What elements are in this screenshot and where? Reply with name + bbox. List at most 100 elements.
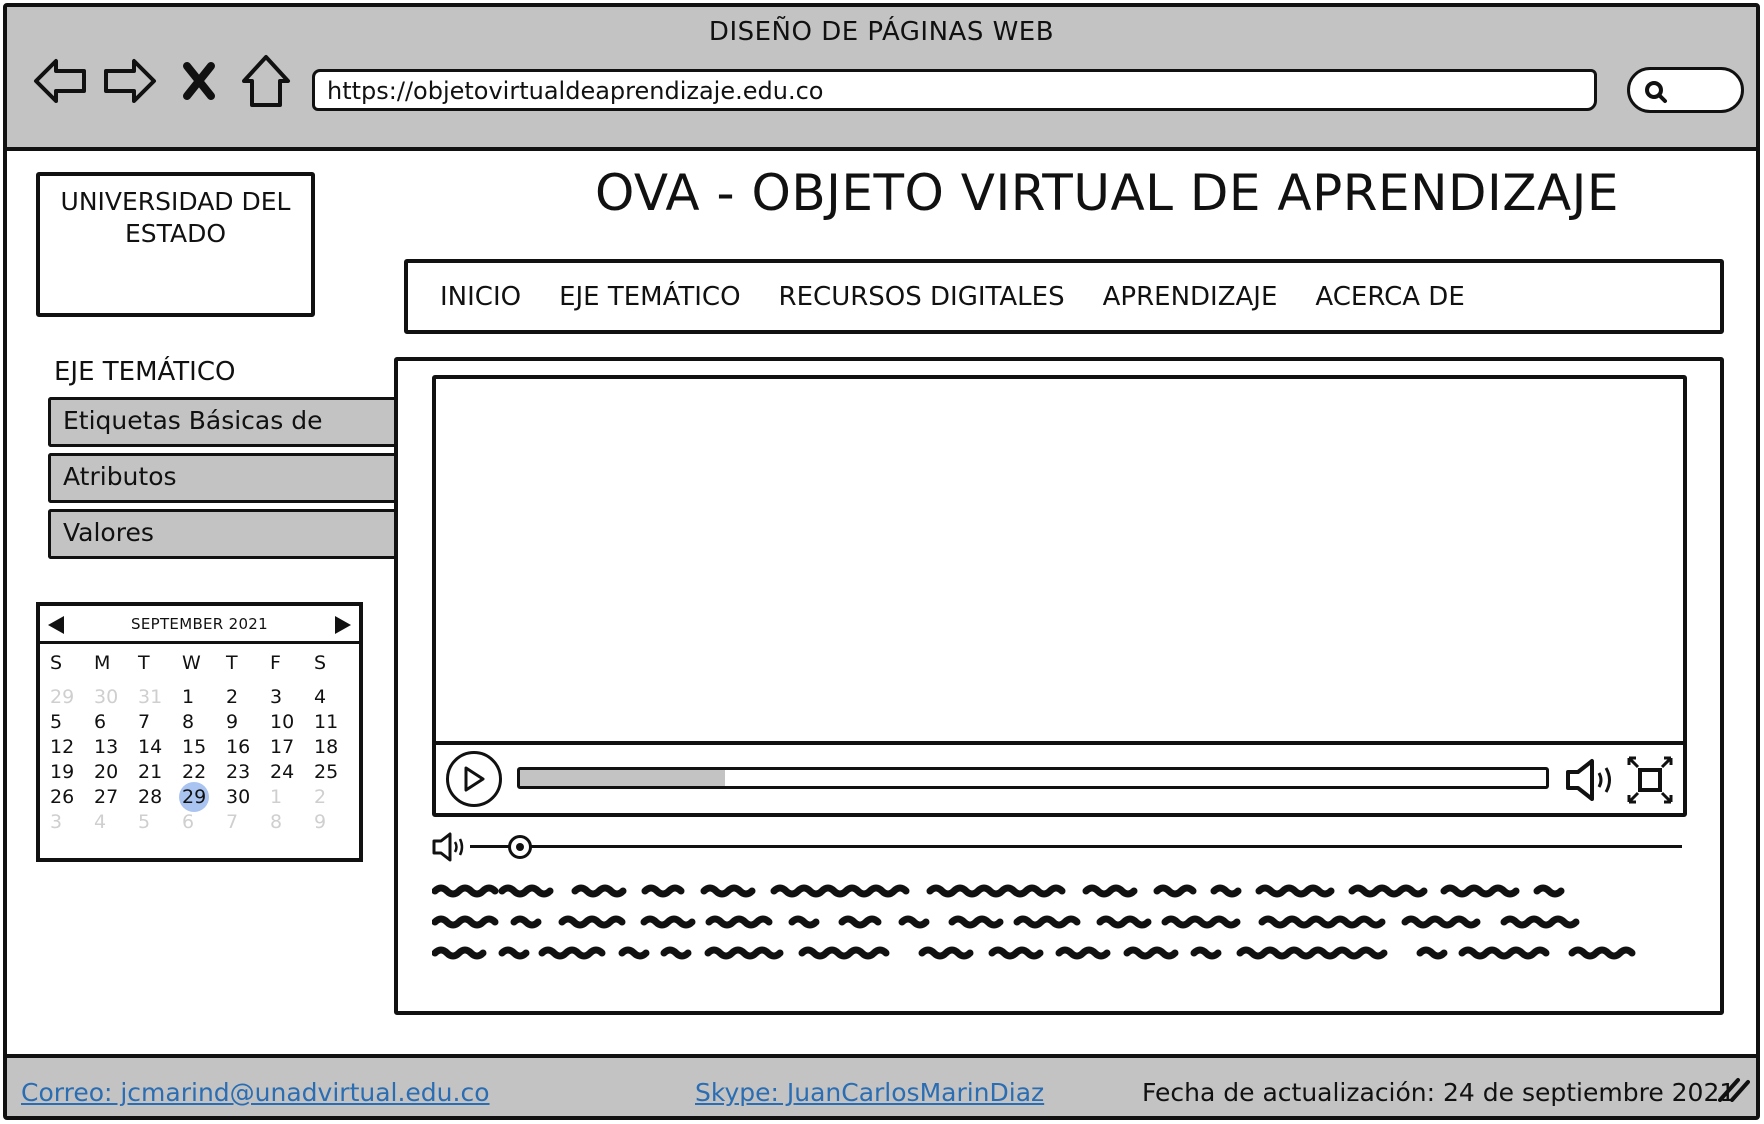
volume-slider[interactable] <box>432 829 1682 863</box>
calendar-day[interactable]: 2 <box>222 686 266 711</box>
calendar-day[interactable]: 5 <box>134 811 178 836</box>
calendar-week-row: 3456789 <box>46 811 358 836</box>
volume-small-icon <box>432 832 464 862</box>
calendar-day[interactable]: 1 <box>178 686 222 711</box>
search-icon <box>1645 81 1667 103</box>
calendar-grid: S M T W T F S 29 30 31 1 2 3 4 5 6 7 8 9 10 11 12 13 14 15 16 17 18… <box>46 652 358 836</box>
nav-item-eje-tematico[interactable]: EJE TEMÁTICO <box>559 282 740 312</box>
video-progress-fill <box>520 770 726 786</box>
footer-email-link[interactable]: Correo: jcmarind@unadvirtual.edu.co <box>21 1078 490 1107</box>
video-progress-bar[interactable] <box>517 767 1549 789</box>
video-controls <box>436 741 1683 813</box>
calendar-day[interactable]: 21 <box>134 761 178 786</box>
calendar-day[interactable]: 12 <box>46 736 90 761</box>
calendar-week-row: 5 6 7 8 9 10 11 <box>46 711 358 736</box>
calendar-week-row: 29 30 31 1 2 3 4 <box>46 686 358 711</box>
calendar-day[interactable]: 6 <box>178 811 222 836</box>
calendar-day[interactable]: 11 <box>310 711 354 736</box>
calendar-day[interactable]: 27 <box>90 786 134 811</box>
calendar-weekday: M <box>94 652 111 674</box>
browser-search-field[interactable] <box>1627 67 1744 113</box>
calendar-day[interactable]: 14 <box>134 736 178 761</box>
calendar-weekday: T <box>138 652 150 674</box>
calendar-weekday: W <box>182 652 201 674</box>
sidebar-item-etiquetas[interactable]: Etiquetas Básicas de HTML <box>48 397 398 477</box>
volume-track <box>470 845 1682 848</box>
calendar-day[interactable]: 6 <box>90 711 134 736</box>
calendar-day[interactable]: 19 <box>46 761 90 786</box>
calendar-day[interactable]: 2 <box>310 786 354 811</box>
back-icon[interactable] <box>29 51 91 111</box>
calendar-header: SEPTEMBER 2021 <box>40 606 359 644</box>
calendar-day[interactable]: 30 <box>222 786 266 811</box>
nav-item-acerca-de[interactable]: ACERCA DE <box>1315 282 1464 312</box>
nav-item-inicio[interactable]: INICIO <box>440 282 521 312</box>
calendar-weekday-row: SMTWTFS <box>46 652 358 680</box>
calendar-day[interactable]: 3 <box>266 686 310 711</box>
calendar-day[interactable]: 4 <box>310 686 354 711</box>
calendar-day[interactable]: 26 <box>46 786 90 811</box>
calendar-day[interactable]: 9 <box>310 811 354 836</box>
sidebar-item-valores[interactable]: Valores <box>48 509 398 559</box>
browser-window: DISEÑO DE PÁGINAS WEB https://objetovirt… <box>3 3 1760 1120</box>
calendar: SEPTEMBER 2021 S M T W T F S 29 30 31 1 2 3 4 5 6 7 8 9 10 1… <box>36 602 363 862</box>
sidebar-item-atributos[interactable]: Atributos <box>48 453 398 503</box>
calendar-week-row: 26 27 28 29 30 1 2 <box>46 782 358 812</box>
resize-grip-icon[interactable] <box>1716 1076 1750 1102</box>
volume-knob[interactable] <box>508 835 532 859</box>
calendar-day[interactable]: 24 <box>266 761 310 786</box>
logo: UNIVERSIDAD DEL ESTADO <box>36 172 315 317</box>
home-icon[interactable] <box>235 51 297 111</box>
calendar-week-row: 19 20 21 22 23 24 25 <box>46 761 358 786</box>
fullscreen-icon[interactable] <box>1626 755 1674 805</box>
calendar-day[interactable]: 18 <box>310 736 354 761</box>
calendar-day[interactable]: 15 <box>178 736 222 761</box>
footer: Correo: jcmarind@unadvirtual.edu.co Skyp… <box>7 1054 1756 1116</box>
play-icon <box>464 766 485 792</box>
play-button[interactable] <box>446 751 502 807</box>
calendar-day[interactable]: 30 <box>90 686 134 711</box>
calendar-day[interactable]: 8 <box>178 711 222 736</box>
calendar-weekday: S <box>50 652 63 674</box>
footer-skype-link[interactable]: Skype: JuanCarlosMarinDiaz <box>695 1078 1044 1107</box>
calendar-day[interactable]: 17 <box>266 736 310 761</box>
calendar-day[interactable]: 7 <box>222 811 266 836</box>
calendar-week-row: 12 13 14 15 16 17 18 <box>46 736 358 761</box>
calendar-day[interactable]: 3 <box>46 811 90 836</box>
next-month-icon[interactable] <box>333 615 353 635</box>
calendar-day[interactable]: 13 <box>90 736 134 761</box>
calendar-day[interactable]: 22 <box>178 761 222 786</box>
nav-item-recursos-digitales[interactable]: RECURSOS DIGITALES <box>779 282 1065 312</box>
calendar-day-selected[interactable]: 29 <box>178 782 222 812</box>
calendar-weekday: S <box>314 652 327 674</box>
calendar-day[interactable]: 16 <box>222 736 266 761</box>
calendar-day[interactable]: 23 <box>222 761 266 786</box>
calendar-day[interactable]: 4 <box>90 811 134 836</box>
calendar-day[interactable]: 7 <box>134 711 178 736</box>
close-icon[interactable] <box>177 51 221 111</box>
calendar-day[interactable]: 28 <box>134 786 178 811</box>
address-bar[interactable]: https://objetovirtualdeaprendizaje.edu.c… <box>312 69 1597 111</box>
page-title: OVA - OBJETO VIRTUAL DE APRENDIZAJE <box>594 164 1620 222</box>
calendar-day[interactable]: 1 <box>266 786 310 811</box>
nav-item-aprendizaje[interactable]: APRENDIZAJE <box>1103 282 1278 312</box>
calendar-day[interactable]: 5 <box>46 711 90 736</box>
calendar-day[interactable]: 10 <box>266 711 310 736</box>
calendar-day[interactable]: 25 <box>310 761 354 786</box>
calendar-day[interactable]: 29 <box>46 686 90 711</box>
sidebar-title: EJE TEMÁTICO <box>54 357 236 387</box>
calendar-day[interactable]: 31 <box>134 686 178 711</box>
browser-toolbar: DISEÑO DE PÁGINAS WEB https://objetovirt… <box>7 7 1756 151</box>
calendar-day[interactable]: 9 <box>222 711 266 736</box>
placeholder-text <box>432 884 1636 960</box>
calendar-weekday: T <box>226 652 238 674</box>
volume-icon[interactable] <box>1564 757 1620 803</box>
calendar-day[interactable]: 8 <box>266 811 310 836</box>
main-nav: INICIO EJE TEMÁTICO RECURSOS DIGITALES A… <box>404 259 1724 334</box>
forward-icon[interactable] <box>99 51 161 111</box>
footer-updated-date: Fecha de actualización: 24 de septiembre… <box>1142 1078 1736 1107</box>
calendar-month: SEPTEMBER 2021 <box>131 615 268 633</box>
calendar-day[interactable]: 20 <box>90 761 134 786</box>
window-title: DISEÑO DE PÁGINAS WEB <box>708 17 1055 47</box>
video-player[interactable] <box>432 375 1687 817</box>
